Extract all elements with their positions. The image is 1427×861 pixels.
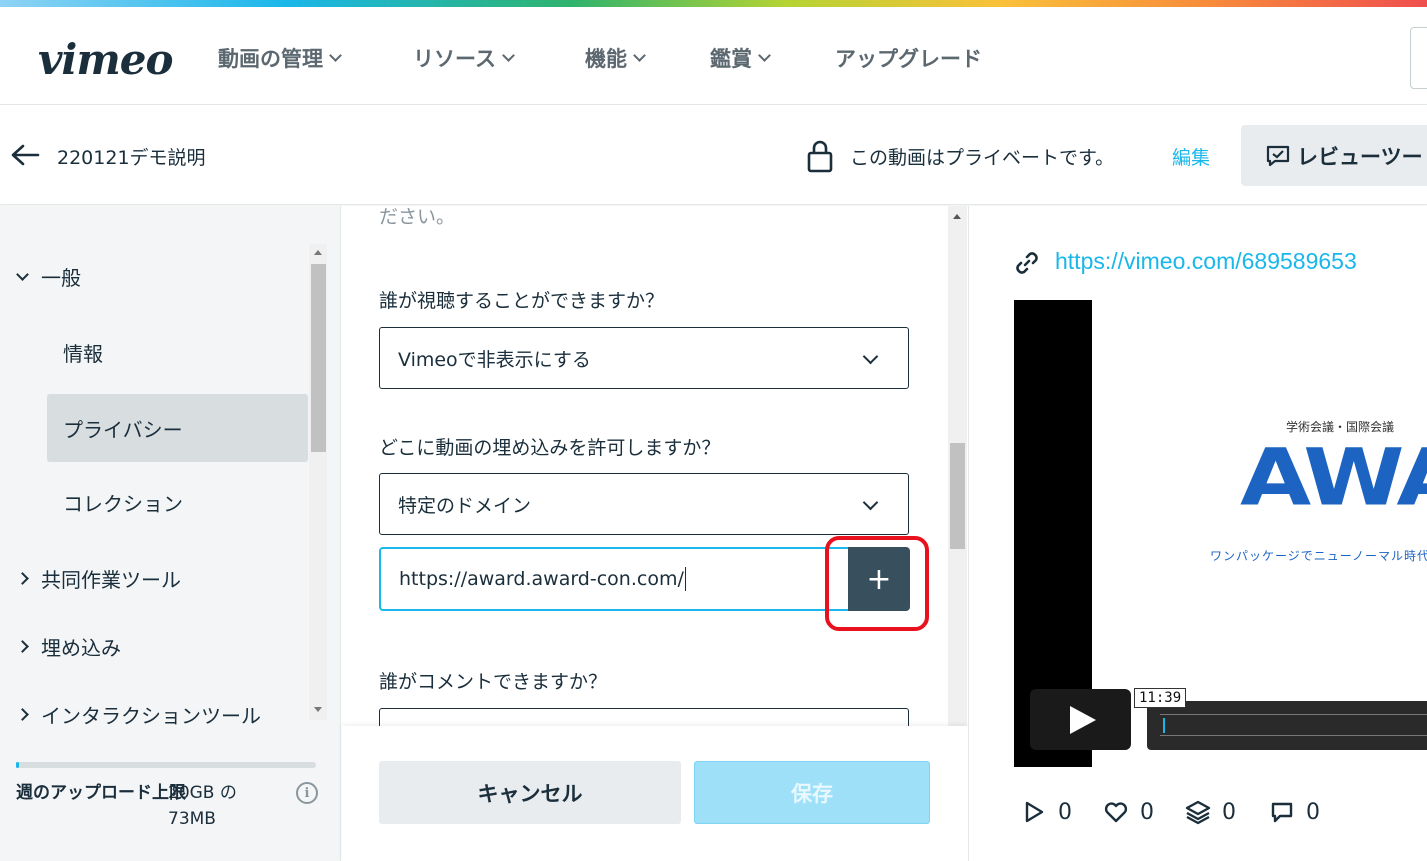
edit-privacy-link[interactable]: 編集	[1172, 143, 1210, 170]
chevron-right-icon	[16, 640, 29, 653]
video-title: 220121デモ説明	[57, 147, 206, 169]
who-can-comment-label: 誰がコメントできますか？	[379, 671, 608, 693]
who-can-comment-select[interactable]	[379, 708, 909, 726]
upload-limit-amount: 20GB の 73MB	[168, 783, 237, 829]
upload-limit-fill	[16, 762, 19, 768]
sidebar-item-info[interactable]: 情報	[63, 338, 103, 367]
chevron-down-icon	[502, 49, 515, 62]
nav-upgrade[interactable]: アップグレード	[835, 43, 982, 73]
back-arrow-icon[interactable]	[10, 143, 40, 167]
privacy-form: ださい。 誰が視聴することができますか？ Vimeoで非表示にする どこに動画の…	[342, 206, 968, 726]
nav-features[interactable]: 機能	[585, 43, 646, 73]
duration-tooltip: 11:39	[1134, 688, 1187, 708]
play-icon	[1070, 706, 1096, 734]
nav-resources[interactable]: リソース	[413, 43, 515, 73]
sidebar-section-embed[interactable]: 埋め込み	[16, 632, 121, 661]
cancel-button[interactable]: キャンセル	[379, 761, 681, 824]
sidebar-item-privacy[interactable]: プライバシー	[47, 394, 308, 462]
chevron-right-icon	[16, 572, 29, 585]
sidebar-section-general[interactable]: 一般	[16, 262, 81, 291]
slide-logo: AWA	[1240, 432, 1427, 523]
sidebar-section-interaction[interactable]: インタラクションツール	[18, 700, 294, 729]
sidebar-item-collections[interactable]: コレクション	[63, 488, 183, 517]
who-can-watch-select[interactable]: Vimeoで非表示にする	[379, 327, 909, 389]
play-outline-icon	[1025, 801, 1044, 823]
stat-likes: 0	[1102, 798, 1154, 826]
top-navigation: vimeo 動画の管理 リソース 機能 鑑賞 アップグレード	[0, 7, 1427, 105]
heart-icon	[1104, 802, 1128, 823]
embed-domain-select[interactable]: 特定のドメイン	[379, 473, 909, 535]
chevron-down-icon	[862, 494, 879, 511]
video-url-link[interactable]: https://vimeo.com/689589653	[1055, 248, 1357, 275]
lock-icon	[806, 139, 834, 173]
video-timeline[interactable]	[1160, 714, 1427, 736]
domain-input[interactable]: https://award.award-con.com/	[379, 547, 850, 611]
nav-manage-videos[interactable]: 動画の管理	[218, 43, 342, 73]
truncated-description: ださい。	[379, 206, 456, 228]
upload-limit-bar	[16, 762, 316, 768]
scroll-up-arrow-icon[interactable]	[953, 214, 961, 219]
play-button[interactable]	[1030, 689, 1131, 750]
chevron-down-icon	[758, 49, 771, 62]
info-icon[interactable]: i	[296, 782, 318, 804]
annotation-highlight-box	[825, 536, 929, 631]
who-can-watch-label: 誰が視聴することができますか？	[379, 290, 665, 312]
chevron-down-icon	[329, 49, 342, 62]
video-header: 220121デモ説明 この動画はプライベートです。 編集 レビューツー	[0, 105, 1427, 205]
privacy-status: この動画はプライベートです。	[850, 147, 1115, 169]
review-check-icon	[1266, 145, 1290, 166]
form-scroll-thumb[interactable]	[950, 443, 965, 549]
slide-tagline: ワンパッケージでニューノーマル時代の	[1210, 549, 1427, 563]
link-icon	[1012, 248, 1042, 278]
stat-collections: 0	[1184, 798, 1236, 826]
review-tool-button[interactable]: レビューツー	[1241, 125, 1427, 186]
stat-plays: 0	[1020, 798, 1072, 826]
form-footer: キャンセル 保存	[342, 726, 968, 861]
scroll-up-arrow-icon[interactable]	[314, 250, 322, 255]
nav-watch[interactable]: 鑑賞	[710, 43, 771, 73]
chevron-right-icon	[18, 708, 29, 721]
scroll-down-arrow-icon[interactable]	[314, 707, 322, 712]
chevron-down-icon	[16, 267, 29, 281]
layers-icon	[1185, 800, 1211, 825]
comment-icon	[1271, 802, 1293, 823]
sidebar-section-collaboration[interactable]: 共同作業ツール	[16, 564, 181, 593]
chevron-down-icon	[633, 49, 646, 62]
embed-label: どこに動画の埋め込みを許可しますか？	[379, 437, 721, 459]
text-caret	[684, 567, 686, 591]
save-button[interactable]: 保存	[694, 761, 930, 824]
chevron-down-icon	[862, 348, 879, 365]
playhead[interactable]	[1163, 718, 1165, 733]
sidebar-scroll-thumb[interactable]	[311, 264, 326, 452]
nav-right-button[interactable]	[1410, 27, 1427, 89]
vimeo-logo[interactable]: vimeo	[38, 35, 174, 84]
rainbow-strip	[0, 0, 1427, 7]
stat-comments: 0	[1268, 798, 1320, 826]
